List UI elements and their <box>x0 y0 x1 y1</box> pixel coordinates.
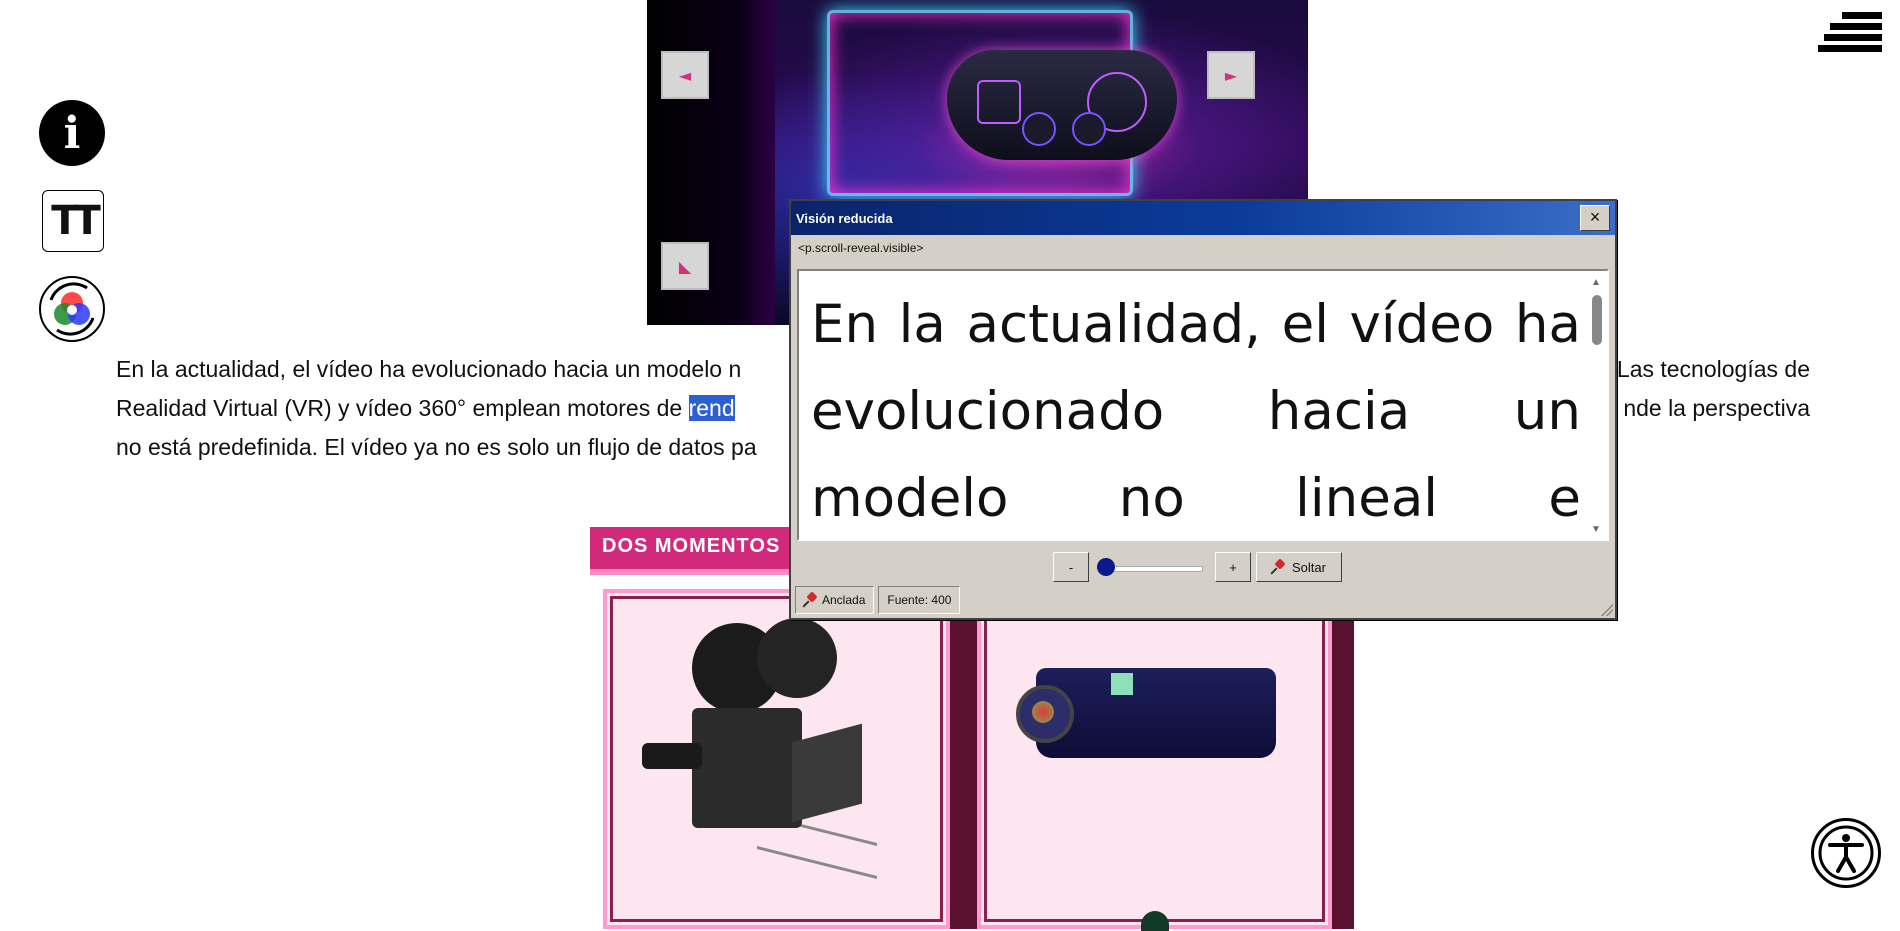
text-size-button[interactable]: TT <box>42 190 104 252</box>
font-label: Fuente: 400 <box>887 593 952 607</box>
color-mode-button[interactable] <box>39 276 105 342</box>
menu-icon <box>1842 12 1882 19</box>
scroll-down-icon[interactable]: ▼ <box>1591 524 1601 535</box>
anchored-label: Anclada <box>822 593 866 607</box>
scroll-up-icon[interactable]: ▲ <box>1591 277 1601 288</box>
paragraph-text: Las tecnologías de <box>1616 356 1810 382</box>
anchored-status[interactable]: Anclada <box>795 586 875 614</box>
info-button[interactable]: i <box>39 100 105 166</box>
selected-text: rend <box>688 395 735 421</box>
close-icon: × <box>1589 207 1601 227</box>
info-icon: i <box>63 107 81 159</box>
font-status: Fuente: 400 <box>878 586 961 614</box>
close-button[interactable]: × <box>1580 205 1610 231</box>
carousel-next-button[interactable]: ► <box>1207 51 1255 99</box>
zoom-controls: - + Soltar <box>791 552 1615 584</box>
paragraph-text: Realidad Virtual (VR) y vídeo 360° emple… <box>116 395 735 421</box>
pin-icon <box>804 593 818 607</box>
menu-button[interactable] <box>1818 12 1882 52</box>
decrease-font-button[interactable]: - <box>1053 552 1089 582</box>
paragraph-text: En la actualidad, el vídeo ha evoluciona… <box>116 356 742 382</box>
text-size-icon: TT <box>51 198 100 244</box>
release-label: Soltar <box>1292 559 1326 575</box>
carousel-prev-button[interactable]: ◄ <box>661 51 709 99</box>
color-wheel-icon <box>49 282 95 336</box>
cards-container <box>603 589 1354 931</box>
section-heading: DOS MOMENTOS <box>590 527 790 575</box>
magnified-text: En la actualidad, el vídeo ha evoluciona… <box>811 294 1581 529</box>
dialog-titlebar[interactable]: Visión reducida <box>791 201 1615 235</box>
reduced-vision-dialog[interactable]: Visión reducida × <p.scroll-reveal.visib… <box>789 199 1617 620</box>
element-path: <p.scroll-reveal.visible> <box>798 241 924 255</box>
card-film-camera[interactable] <box>603 589 950 929</box>
increase-font-button[interactable]: + <box>1215 552 1251 582</box>
paragraph-text: no está predefinida. El vídeo ya no es s… <box>116 434 757 460</box>
paragraph-text: nde la perspectiva <box>1623 395 1810 421</box>
carousel-corner-button[interactable]: ◣ <box>661 242 709 290</box>
scroll-thumb[interactable] <box>1592 295 1602 345</box>
accessibility-button[interactable] <box>1811 818 1881 888</box>
resize-grip[interactable] <box>1601 604 1613 616</box>
magnified-text-area[interactable]: En la actualidad, el vídeo ha evoluciona… <box>797 269 1609 541</box>
status-bar: Anclada Fuente: 400 <box>795 586 961 614</box>
accessibility-icon <box>1818 825 1874 881</box>
pin-icon <box>1272 560 1286 574</box>
card-projector[interactable] <box>977 589 1332 931</box>
font-size-slider-thumb[interactable] <box>1097 558 1115 576</box>
scrollbar[interactable]: ▲ ▼ <box>1587 271 1607 539</box>
release-button[interactable]: Soltar <box>1256 552 1342 582</box>
gamepad-image <box>947 50 1177 160</box>
dialog-title: Visión reducida <box>796 210 893 226</box>
font-size-slider[interactable] <box>1101 566 1203 572</box>
